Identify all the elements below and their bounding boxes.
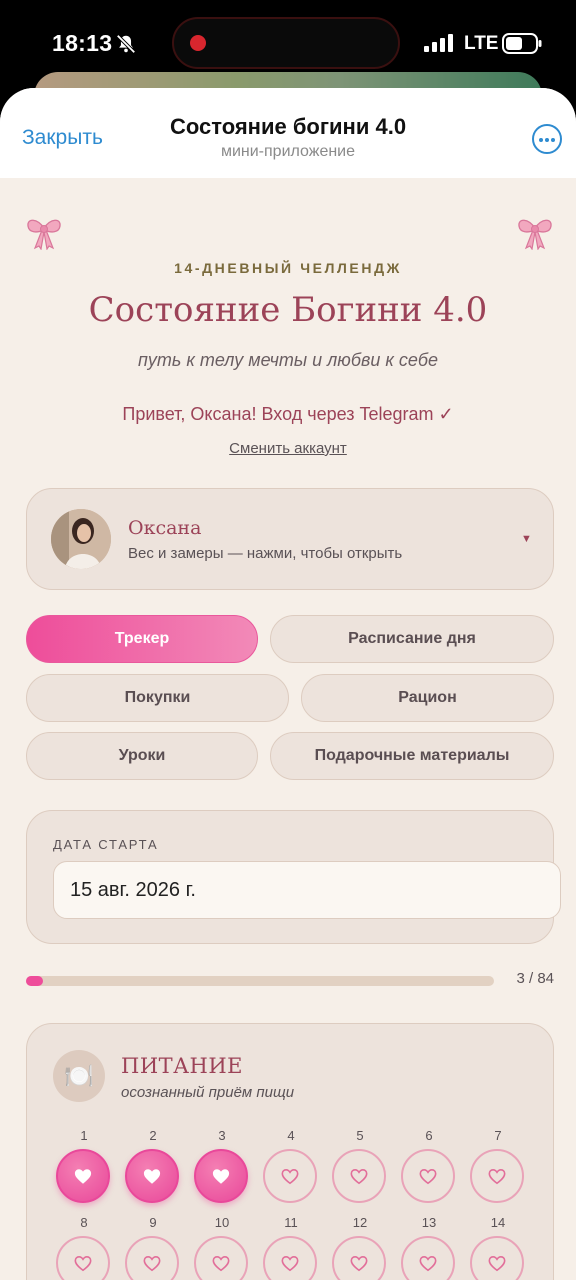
heart-icon xyxy=(74,1255,92,1271)
tab-gift-materials[interactable]: Подарочные материалы xyxy=(270,732,554,780)
day-number: 10 xyxy=(214,1215,230,1230)
heart-icon xyxy=(212,1255,230,1271)
challenge-kicker: 14-ДНЕВНЫЙ ЧЕЛЛЕНДЖ xyxy=(174,260,402,276)
page-tagline: путь к телу мечты и любви к себе xyxy=(138,350,438,370)
heart-icon xyxy=(419,1168,437,1184)
heart-icon xyxy=(281,1168,299,1184)
tab-schedule[interactable]: Расписание дня xyxy=(270,615,554,663)
tab-lessons[interactable]: Уроки xyxy=(26,732,258,780)
day-number: 14 xyxy=(490,1215,506,1230)
start-date-input[interactable]: 15 авг. 2026 г. xyxy=(53,861,561,919)
heart-icon xyxy=(74,1168,92,1184)
heart-icon xyxy=(281,1255,299,1271)
heart-icon xyxy=(488,1255,506,1271)
day-number: 11 xyxy=(284,1215,298,1230)
day-toggle[interactable] xyxy=(332,1236,386,1280)
bow-icon xyxy=(27,219,61,250)
day-toggle[interactable] xyxy=(194,1236,248,1280)
battery-icon xyxy=(502,33,542,54)
profile-card[interactable]: Оксана Вес и замеры — нажми, чтобы откры… xyxy=(26,488,554,590)
bow-icon xyxy=(518,219,552,250)
day-toggle[interactable] xyxy=(470,1149,524,1203)
day-number: 8 xyxy=(80,1215,88,1230)
day-number: 5 xyxy=(356,1128,364,1143)
app-title: Состояние богини 4.0 xyxy=(169,114,407,139)
day-1[interactable]: 1 xyxy=(56,1128,112,1203)
day-11[interactable]: 11 xyxy=(263,1215,319,1280)
day-number: 2 xyxy=(149,1128,157,1143)
tab-diet[interactable]: Рацион xyxy=(301,674,554,722)
heart-icon xyxy=(350,1255,368,1271)
nutrition-title: ПИТАНИЕ xyxy=(121,1054,243,1078)
day-8[interactable]: 8 xyxy=(56,1215,112,1280)
day-toggle[interactable] xyxy=(332,1149,386,1203)
switch-account-link[interactable]: Сменить аккаунт xyxy=(0,440,576,457)
nutrition-card: 🍽️ ПИТАНИЕ осознанный приём пищи 1234567… xyxy=(26,1023,554,1280)
day-toggle[interactable] xyxy=(470,1236,524,1280)
network-label: LTE xyxy=(464,33,499,54)
day-toggle[interactable] xyxy=(56,1236,110,1280)
mini-app-sheet: Закрыть Состояние богини 4.0 мини-прилож… xyxy=(0,88,576,1280)
day-6[interactable]: 6 xyxy=(401,1128,457,1203)
heart-icon xyxy=(212,1168,230,1184)
avatar-photo xyxy=(51,509,111,569)
heart-icon xyxy=(419,1255,437,1271)
day-toggle[interactable] xyxy=(263,1236,317,1280)
profile-name: Оксана xyxy=(128,517,202,539)
heart-icon xyxy=(143,1255,161,1271)
avatar xyxy=(51,509,111,569)
heart-icon xyxy=(488,1168,506,1184)
signal-icon xyxy=(424,34,453,52)
tab-tracker[interactable]: Трекер xyxy=(26,615,258,663)
day-number: 3 xyxy=(218,1128,226,1143)
dynamic-island xyxy=(172,17,400,69)
day-14[interactable]: 14 xyxy=(470,1215,526,1280)
heart-icon xyxy=(143,1168,161,1184)
day-toggle[interactable] xyxy=(194,1149,248,1203)
day-number: 9 xyxy=(149,1215,157,1230)
page-title: Состояние Богини 4.0 xyxy=(88,290,488,330)
day-number: 7 xyxy=(494,1128,502,1143)
day-toggle[interactable] xyxy=(125,1236,179,1280)
day-number: 13 xyxy=(421,1215,437,1230)
greeting-text: Привет, Оксана! Вход через Telegram ✓ xyxy=(122,404,454,424)
day-toggle[interactable] xyxy=(401,1236,455,1280)
bell-slash-icon xyxy=(116,34,136,54)
app-content: 14-ДНЕВНЫЙ ЧЕЛЛЕНДЖ Состояние Богини 4.0… xyxy=(0,178,576,1280)
day-9[interactable]: 9 xyxy=(125,1215,181,1280)
start-date-card: ДАТА СТАРТА 15 авг. 2026 г. xyxy=(26,810,561,944)
sheet-header: Закрыть Состояние богини 4.0 мини-прилож… xyxy=(0,88,576,178)
day-10[interactable]: 10 xyxy=(194,1215,250,1280)
day-number: 6 xyxy=(425,1128,433,1143)
switch-account-label[interactable]: Сменить аккаунт xyxy=(229,440,347,457)
profile-hint: Вес и замеры — нажми, чтобы открыть xyxy=(128,545,403,562)
day-toggle[interactable] xyxy=(125,1149,179,1203)
day-number: 1 xyxy=(80,1128,88,1143)
more-icon[interactable] xyxy=(532,124,562,154)
day-number: 4 xyxy=(287,1128,295,1143)
day-number: 12 xyxy=(352,1215,368,1230)
status-time: 18:13 xyxy=(52,30,113,56)
day-2[interactable]: 2 xyxy=(125,1128,181,1203)
record-dot-icon xyxy=(190,35,206,51)
tab-shopping[interactable]: Покупки xyxy=(26,674,289,722)
chevron-down-icon[interactable]: ▼ xyxy=(521,533,532,545)
progress-text: 3 / 84 xyxy=(516,970,554,987)
heart-icon xyxy=(350,1168,368,1184)
day-toggle[interactable] xyxy=(263,1149,317,1203)
day-5[interactable]: 5 xyxy=(332,1128,388,1203)
day-13[interactable]: 13 xyxy=(401,1215,457,1280)
nutrition-subtitle: осознанный приём пищи xyxy=(121,1084,295,1101)
day-toggle[interactable] xyxy=(56,1149,110,1203)
day-12[interactable]: 12 xyxy=(332,1215,388,1280)
day-toggle[interactable] xyxy=(401,1149,455,1203)
progress-fill xyxy=(26,976,43,986)
day-3[interactable]: 3 xyxy=(194,1128,250,1203)
app-subtitle: мини-приложение xyxy=(220,143,356,160)
start-date-label: ДАТА СТАРТА xyxy=(53,837,159,852)
progress-bar xyxy=(26,976,494,986)
day-4[interactable]: 4 xyxy=(263,1128,319,1203)
day-7[interactable]: 7 xyxy=(470,1128,526,1203)
plate-icon: 🍽️ xyxy=(53,1050,105,1102)
